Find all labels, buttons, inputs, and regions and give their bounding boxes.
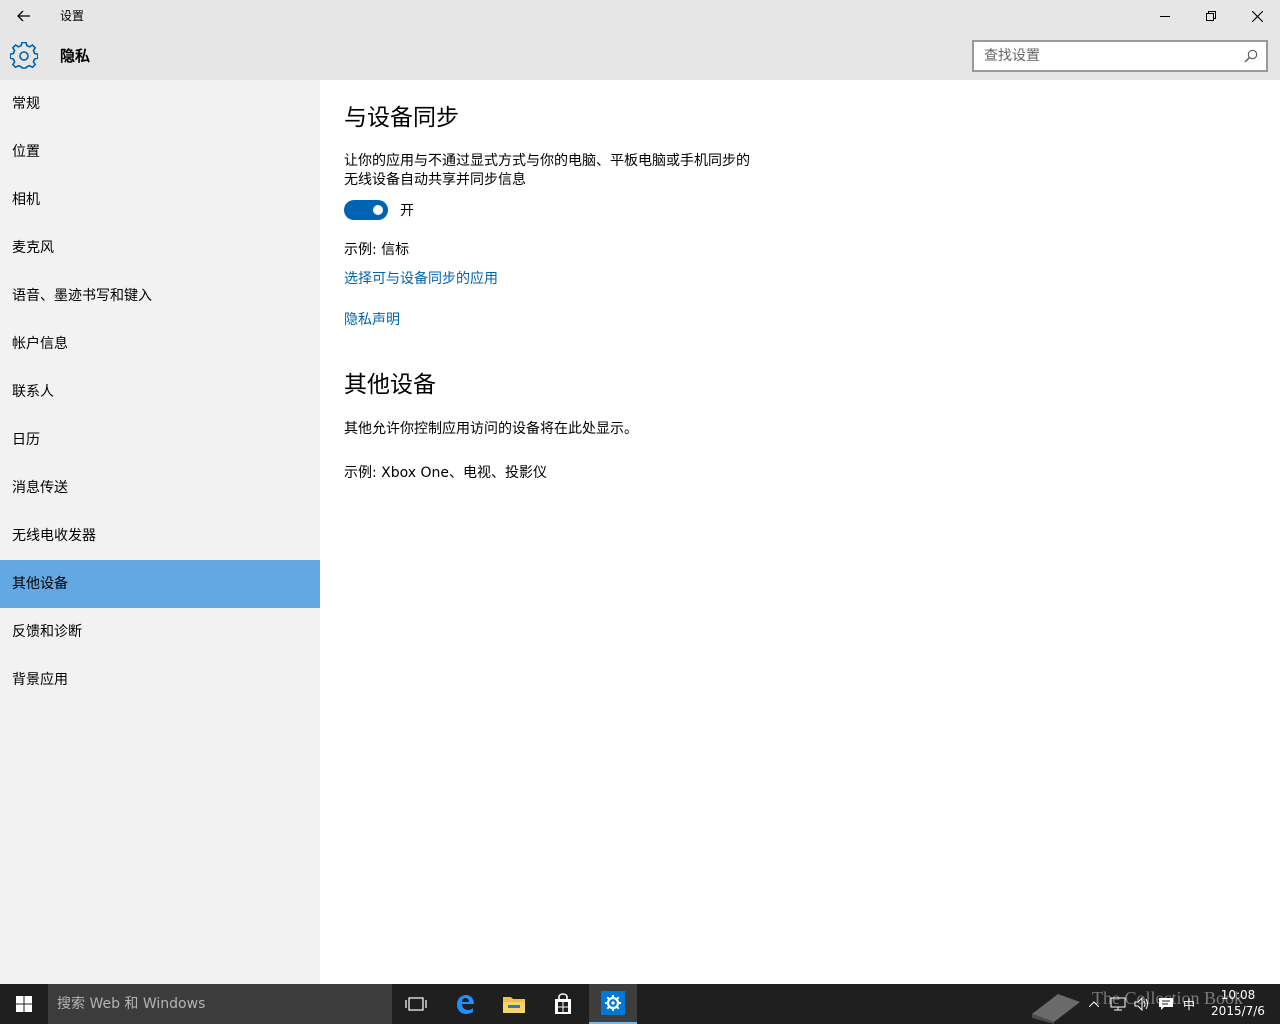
sync-example: 示例: 信标 — [344, 242, 410, 258]
restore-button[interactable] — [1188, 0, 1234, 32]
page-title: 隐私 — [60, 47, 91, 65]
store-button[interactable] — [539, 984, 587, 1024]
close-button[interactable] — [1234, 0, 1280, 32]
taskbar-clock[interactable]: 10:08 2015/7/6 — [1200, 987, 1276, 1019]
start-button[interactable] — [0, 984, 48, 1024]
back-button[interactable] — [8, 0, 40, 32]
task-view-icon — [405, 997, 427, 1011]
clock-date: 2015/7/6 — [1211, 1004, 1265, 1018]
sync-heading: 与设备同步 — [344, 105, 459, 131]
restore-icon — [1206, 11, 1216, 21]
sidebar-item-general[interactable]: 常规 — [0, 80, 320, 128]
sync-toggle[interactable] — [344, 200, 388, 220]
taskbar: 搜索 Web 和 Windows The Book 中 10:08 2015/7… — [0, 984, 1280, 1024]
sidebar-item-messaging[interactable]: 消息传送 — [0, 464, 320, 512]
content-pane: 与设备同步 让你的应用与不通过显式方式与你的电脑、平板电脑或手机同步的 无线设备… — [320, 80, 1280, 984]
close-icon — [1251, 10, 1263, 22]
speaker-icon — [1134, 997, 1148, 1011]
sync-description-line2: 无线设备自动共享并同步信息 — [344, 172, 526, 188]
other-devices-description: 其他允许你控制应用访问的设备将在此处显示。 — [344, 421, 638, 437]
settings-gear-icon — [601, 991, 625, 1015]
taskbar-search-text: 搜索 Web 和 Windows — [57, 996, 206, 1012]
minimize-button[interactable] — [1142, 0, 1188, 32]
windows-logo-icon — [16, 996, 32, 1012]
search-icon[interactable] — [1244, 49, 1258, 63]
task-view-button[interactable] — [392, 984, 440, 1024]
sidebar: 常规 位置 相机 麦克风 语音、墨迹书写和键入 帐户信息 联系人 日历 消息传送… — [0, 80, 320, 984]
sidebar-item-microphone[interactable]: 麦克风 — [0, 224, 320, 272]
gear-icon — [10, 42, 38, 69]
minimize-icon — [1160, 16, 1170, 17]
settings-search[interactable] — [972, 40, 1268, 72]
taskbar-search-box[interactable]: 搜索 Web 和 Windows — [48, 984, 392, 1024]
file-explorer-button[interactable] — [490, 984, 538, 1024]
sidebar-item-account-info[interactable]: 帐户信息 — [0, 320, 320, 368]
network-icon — [1110, 997, 1126, 1011]
choose-apps-link[interactable]: 选择可与设备同步的应用 — [344, 269, 498, 289]
back-arrow-icon — [17, 10, 30, 22]
settings-taskbar-button[interactable] — [589, 984, 637, 1024]
sidebar-item-background-apps[interactable]: 背景应用 — [0, 656, 320, 704]
volume-button[interactable] — [1132, 984, 1152, 1024]
book-watermark-icon — [1032, 994, 1080, 1024]
sidebar-item-other-devices[interactable]: 其他设备 — [0, 560, 320, 608]
search-input[interactable] — [974, 42, 1266, 70]
sync-toggle-label: 开 — [400, 203, 414, 219]
sidebar-item-contacts[interactable]: 联系人 — [0, 368, 320, 416]
sync-description-line1: 让你的应用与不通过显式方式与你的电脑、平板电脑或手机同步的 — [344, 153, 750, 169]
chevron-up-icon — [1089, 1001, 1099, 1007]
title-bar: 设置 — [0, 0, 1280, 32]
sidebar-item-radios[interactable]: 无线电收发器 — [0, 512, 320, 560]
sidebar-item-feedback-diagnostics[interactable]: 反馈和诊断 — [0, 608, 320, 656]
sync-description: 让你的应用与不通过显式方式与你的电脑、平板电脑或手机同步的 无线设备自动共享并同… — [344, 152, 784, 190]
folder-icon — [503, 997, 525, 1013]
privacy-statement-link[interactable]: 隐私声明 — [344, 310, 400, 330]
notification-icon — [1159, 998, 1173, 1010]
sidebar-item-calendar[interactable]: 日历 — [0, 416, 320, 464]
action-center-button[interactable] — [1156, 984, 1176, 1024]
sidebar-item-location[interactable]: 位置 — [0, 128, 320, 176]
sync-toggle-row: 开 — [344, 200, 1280, 220]
window-title: 设置 — [60, 9, 85, 23]
clock-time: 10:08 — [1220, 988, 1256, 1002]
other-devices-heading: 其他设备 — [344, 372, 436, 398]
ime-indicator[interactable]: 中 — [1180, 984, 1198, 1024]
sidebar-item-camera[interactable]: 相机 — [0, 176, 320, 224]
settings-header: 隐私 — [0, 32, 1280, 80]
toggle-knob — [373, 205, 383, 215]
store-bag-icon — [555, 993, 571, 1014]
edge-browser-button[interactable] — [441, 984, 489, 1024]
edge-icon — [457, 995, 474, 1014]
other-devices-example: 示例: Xbox One、电视、投影仪 — [344, 465, 548, 481]
network-button[interactable] — [1108, 984, 1128, 1024]
show-hidden-icons-button[interactable] — [1086, 984, 1102, 1024]
sidebar-item-speech-inking-typing[interactable]: 语音、墨迹书写和键入 — [0, 272, 320, 320]
